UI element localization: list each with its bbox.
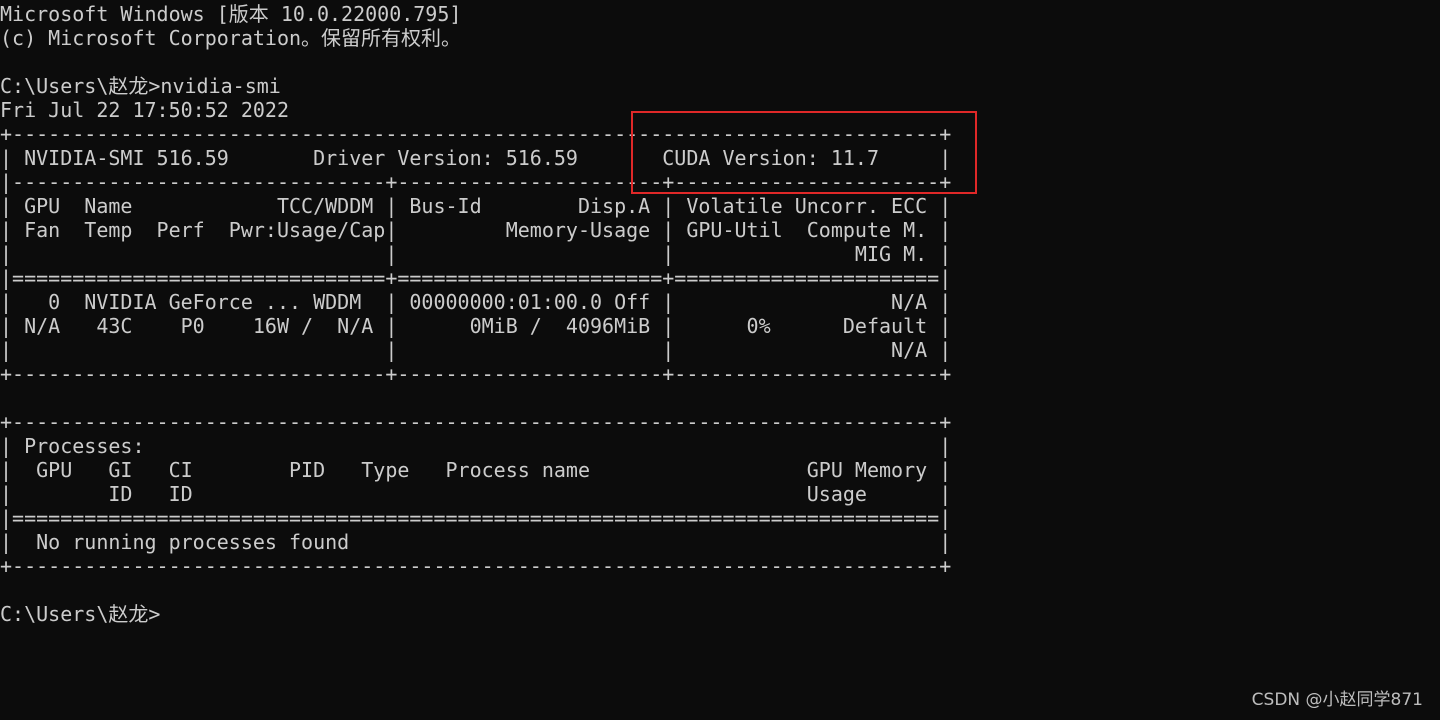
terminal-line-timestamp: Fri Jul 22 17:50:52 2022	[0, 98, 289, 122]
terminal-prompt[interactable]: C:\Users\赵龙>	[0, 602, 160, 626]
table-header-row-2: | Fan Temp Perf Pwr:Usage/Cap| Memory-Us…	[0, 218, 952, 242]
terminal-line-copyright: (c) Microsoft Corporation。保留所有权利。	[0, 26, 462, 50]
table-header-row-1: | GPU Name TCC/WDDM | Bus-Id Disp.A | Vo…	[0, 194, 952, 218]
table-row-versions: | NVIDIA-SMI 516.59 Driver Version: 516.…	[0, 146, 952, 170]
table-header-separator: |===============================+=======…	[0, 266, 952, 290]
processes-title: | Processes: |	[0, 434, 952, 458]
table-row-gpu-0-line-1: | 0 NVIDIA GeForce ... WDDM | 00000000:0…	[0, 290, 952, 314]
table-header-row-3: | | | MIG M. |	[0, 242, 952, 266]
terminal-line-command: C:\Users\赵龙>nvidia-smi	[0, 74, 281, 98]
terminal-line-windows-version: Microsoft Windows [版本 10.0.22000.795]	[0, 2, 462, 26]
processes-header-row-1: | GPU GI CI PID Type Process name GPU Me…	[0, 458, 952, 482]
processes-border-bottom: +---------------------------------------…	[0, 554, 952, 578]
processes-border-top: +---------------------------------------…	[0, 410, 952, 434]
terminal-window[interactable]: Microsoft Windows [版本 10.0.22000.795] (c…	[0, 0, 1440, 720]
table-divider: |-------------------------------+-------…	[0, 170, 952, 194]
processes-header-row-2: | ID ID Usage |	[0, 482, 952, 506]
processes-header-separator: |=======================================…	[0, 506, 952, 530]
table-border-bottom: +-------------------------------+-------…	[0, 362, 952, 386]
table-row-gpu-0-line-3: | | | N/A |	[0, 338, 952, 362]
processes-empty-message: | No running processes found |	[0, 530, 952, 554]
table-row-gpu-0-line-2: | N/A 43C P0 16W / N/A | 0MiB / 4096MiB …	[0, 314, 952, 338]
table-border-top: +---------------------------------------…	[0, 122, 952, 146]
csdn-watermark: CSDN @小赵同学871	[1251, 690, 1423, 710]
